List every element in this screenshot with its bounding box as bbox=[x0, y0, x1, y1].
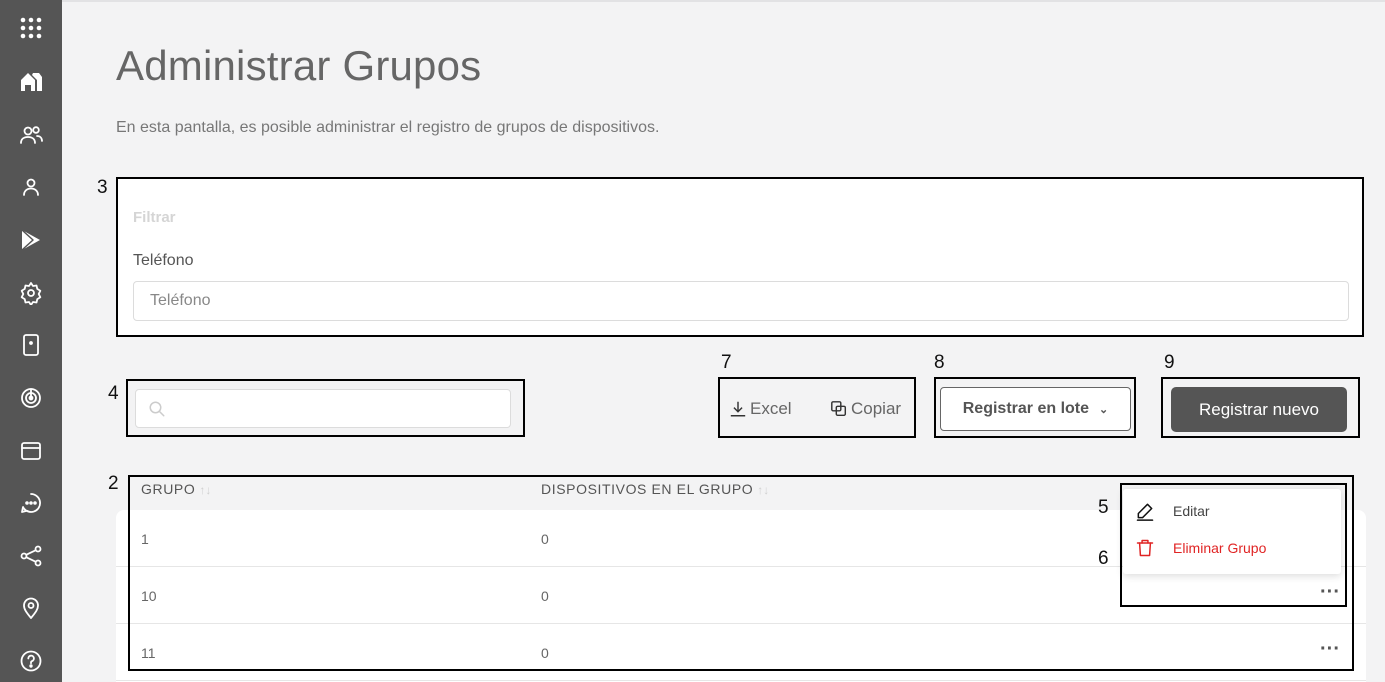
share-icon[interactable] bbox=[0, 536, 62, 576]
annotation-number-4: 4 bbox=[108, 383, 119, 404]
groups-icon[interactable] bbox=[0, 115, 62, 155]
device-icon[interactable] bbox=[0, 325, 62, 365]
annotation-box-8 bbox=[934, 377, 1136, 438]
annotation-box-9 bbox=[1161, 377, 1360, 438]
radar-icon[interactable] bbox=[0, 378, 62, 418]
annotation-number-9: 9 bbox=[1164, 352, 1175, 373]
row-divider bbox=[116, 680, 1366, 681]
page-subtitle: En esta pantalla, es posible administrar… bbox=[116, 119, 660, 136]
page-title: Administrar Grupos bbox=[116, 42, 482, 89]
location-icon[interactable] bbox=[0, 588, 62, 628]
annotation-number-6: 6 bbox=[1098, 548, 1109, 569]
annotation-box-7 bbox=[718, 377, 916, 438]
annotation-number-3: 3 bbox=[97, 177, 108, 198]
annotation-number-5: 5 bbox=[1098, 497, 1109, 518]
annotation-number-8: 8 bbox=[934, 352, 945, 373]
apps-grid-icon[interactable] bbox=[0, 8, 62, 48]
window-icon[interactable] bbox=[0, 431, 62, 471]
settings-icon[interactable] bbox=[0, 273, 62, 313]
annotation-box-3 bbox=[116, 177, 1364, 337]
annotation-box-5-6 bbox=[1120, 483, 1347, 607]
top-border bbox=[62, 0, 1385, 2]
home-icon[interactable] bbox=[0, 61, 62, 101]
annotation-box-4 bbox=[126, 379, 525, 437]
user-icon[interactable] bbox=[0, 167, 62, 207]
chat-icon[interactable] bbox=[0, 483, 62, 523]
help-icon[interactable] bbox=[0, 641, 62, 681]
annotation-number-7: 7 bbox=[721, 352, 732, 373]
play-store-icon[interactable] bbox=[0, 220, 62, 260]
sidebar bbox=[0, 0, 62, 682]
annotation-number-2: 2 bbox=[108, 473, 119, 494]
